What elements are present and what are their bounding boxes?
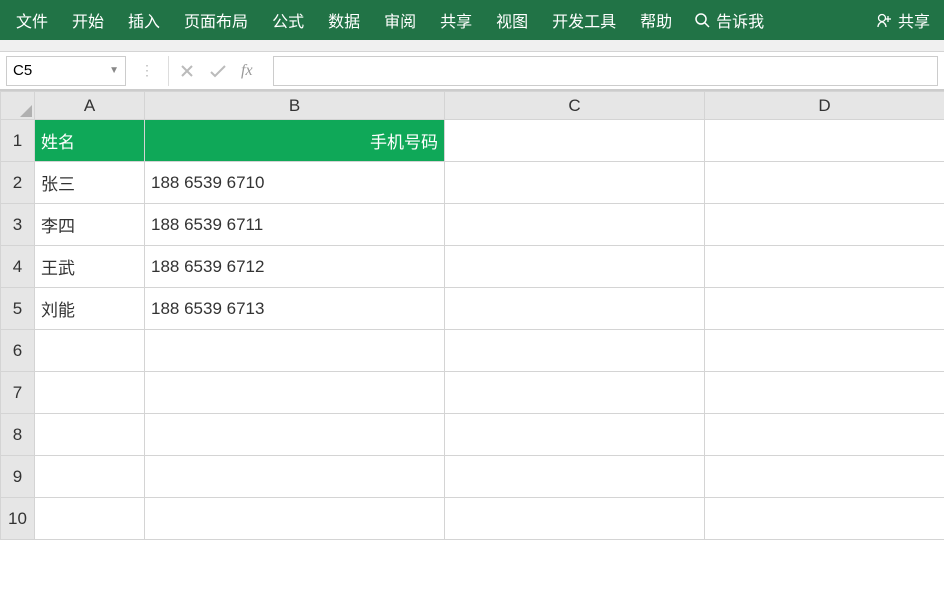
tell-me-search[interactable]: 告诉我 (684, 0, 774, 40)
formula-bar: C5 ▼ ⋮ fx (0, 52, 944, 90)
cell-b3[interactable]: 188 6539 6711 (145, 204, 445, 246)
spreadsheet-grid[interactable]: A B C D 1 姓名 手机号码 2 张三 188 6539 6710 3 (0, 90, 944, 603)
cell-b6[interactable] (145, 330, 445, 372)
row-head-1[interactable]: 1 (1, 120, 35, 162)
name-box[interactable]: C5 ▼ (6, 56, 126, 86)
cell-c5[interactable] (445, 288, 705, 330)
share-button[interactable]: 共享 (866, 0, 940, 40)
tab-share[interactable]: 共享 (428, 0, 484, 40)
cell-a2[interactable]: 张三 (35, 162, 145, 204)
cell-a5[interactable]: 刘能 (35, 288, 145, 330)
options-icon[interactable]: ⋮ (136, 62, 158, 79)
share-label: 共享 (898, 8, 930, 32)
row-head-6[interactable]: 6 (1, 330, 35, 372)
col-head-a[interactable]: A (35, 92, 145, 120)
tab-developer[interactable]: 开发工具 (540, 0, 628, 40)
cell-c4[interactable] (445, 246, 705, 288)
cell-d6[interactable] (705, 330, 944, 372)
cell-c3[interactable] (445, 204, 705, 246)
cell-b7[interactable] (145, 372, 445, 414)
tell-me-label: 告诉我 (716, 8, 764, 32)
cell-c9[interactable] (445, 456, 705, 498)
cell-c10[interactable] (445, 498, 705, 540)
cell-d3[interactable] (705, 204, 944, 246)
cell-d4[interactable] (705, 246, 944, 288)
col-head-c[interactable]: C (445, 92, 705, 120)
tab-view[interactable]: 视图 (484, 0, 540, 40)
ribbon-bar: 文件 开始 插入 页面布局 公式 数据 审阅 共享 视图 开发工具 帮助 告诉我… (0, 0, 944, 40)
cell-d8[interactable] (705, 414, 944, 456)
fx-controls: fx (168, 56, 263, 86)
cell-b4[interactable]: 188 6539 6712 (145, 246, 445, 288)
cancel-icon[interactable] (179, 63, 195, 79)
search-icon (694, 12, 710, 28)
cell-a8[interactable] (35, 414, 145, 456)
col-head-b[interactable]: B (145, 92, 445, 120)
cell-a9[interactable] (35, 456, 145, 498)
cell-b8[interactable] (145, 414, 445, 456)
cell-c2[interactable] (445, 162, 705, 204)
row-head-3[interactable]: 3 (1, 204, 35, 246)
cell-c6[interactable] (445, 330, 705, 372)
row-head-8[interactable]: 8 (1, 414, 35, 456)
cell-d9[interactable] (705, 456, 944, 498)
col-head-d[interactable]: D (705, 92, 944, 120)
cell-a6[interactable] (35, 330, 145, 372)
row-head-5[interactable]: 5 (1, 288, 35, 330)
row-head-2[interactable]: 2 (1, 162, 35, 204)
cell-d10[interactable] (705, 498, 944, 540)
ribbon-lower-strip (0, 40, 944, 52)
cell-b2[interactable]: 188 6539 6710 (145, 162, 445, 204)
tab-formulas[interactable]: 公式 (260, 0, 316, 40)
row-head-7[interactable]: 7 (1, 372, 35, 414)
name-box-value: C5 (13, 62, 32, 79)
cell-d7[interactable] (705, 372, 944, 414)
cell-c1[interactable] (445, 120, 705, 162)
cell-b9[interactable] (145, 456, 445, 498)
cell-a7[interactable] (35, 372, 145, 414)
row-head-9[interactable]: 9 (1, 456, 35, 498)
fx-icon[interactable]: fx (241, 62, 253, 80)
formula-input[interactable] (273, 56, 938, 86)
cell-b1[interactable]: 手机号码 (145, 120, 445, 162)
tab-page-layout[interactable]: 页面布局 (172, 0, 260, 40)
tab-file[interactable]: 文件 (4, 0, 60, 40)
row-head-10[interactable]: 10 (1, 498, 35, 540)
cell-c8[interactable] (445, 414, 705, 456)
row-head-4[interactable]: 4 (1, 246, 35, 288)
cell-d5[interactable] (705, 288, 944, 330)
cell-b10[interactable] (145, 498, 445, 540)
enter-icon[interactable] (209, 63, 227, 79)
tab-help[interactable]: 帮助 (628, 0, 684, 40)
cell-b5[interactable]: 188 6539 6713 (145, 288, 445, 330)
chevron-down-icon[interactable]: ▼ (109, 65, 119, 76)
tab-review[interactable]: 审阅 (372, 0, 428, 40)
cell-d1[interactable] (705, 120, 944, 162)
cell-d2[interactable] (705, 162, 944, 204)
cell-a4[interactable]: 王武 (35, 246, 145, 288)
cell-a10[interactable] (35, 498, 145, 540)
tab-insert[interactable]: 插入 (116, 0, 172, 40)
tab-home[interactable]: 开始 (60, 0, 116, 40)
select-all-corner[interactable] (1, 92, 35, 120)
cell-c7[interactable] (445, 372, 705, 414)
tab-data[interactable]: 数据 (316, 0, 372, 40)
cell-a1[interactable]: 姓名 (35, 120, 145, 162)
cell-a3[interactable]: 李四 (35, 204, 145, 246)
share-icon (876, 12, 892, 28)
